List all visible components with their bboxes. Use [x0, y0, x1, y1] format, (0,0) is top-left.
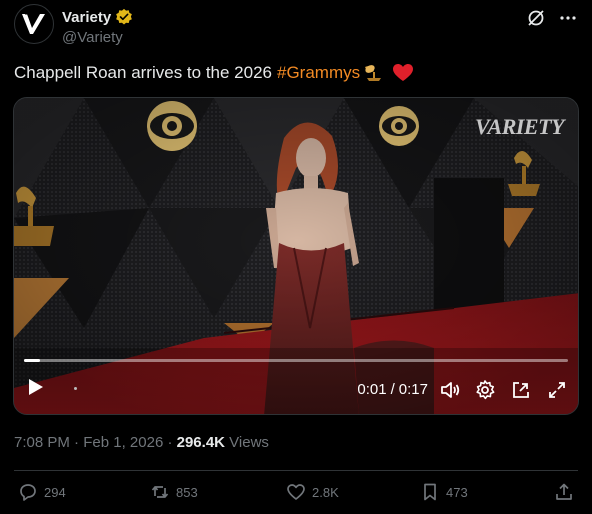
bookmark-count: 473 [446, 484, 468, 500]
avatar[interactable] [14, 4, 54, 44]
repost-button[interactable]: 853 [150, 482, 198, 502]
play-button[interactable] [28, 378, 44, 401]
like-count: 2.8K [312, 484, 339, 500]
tweet-text: Chappell Roan arrives to the 2026 #Gramm… [14, 63, 414, 83]
author-handle[interactable]: @Variety [62, 29, 123, 46]
repost-icon [151, 486, 169, 498]
bookmark-button[interactable]: 473 [420, 482, 468, 502]
views-count: 296.4K [176, 434, 225, 451]
play-icon [29, 379, 43, 395]
share-icon [556, 483, 572, 500]
popout-icon[interactable] [510, 379, 532, 401]
tweet-body: Chappell Roan arrives to the 2026 [14, 63, 272, 82]
author-name-row[interactable]: Variety [62, 8, 133, 26]
video-controls: 0:01 / 0:17 [14, 354, 578, 414]
action-bar: 294 853 2.8K 473 [0, 482, 592, 506]
fullscreen-icon[interactable] [546, 379, 568, 401]
grok-icon[interactable] [526, 8, 546, 28]
repost-count: 853 [176, 484, 198, 500]
variety-watermark: VARIETY [474, 114, 565, 139]
volume-icon[interactable] [439, 379, 461, 401]
tweet-date[interactable]: Feb 1, 2026 [83, 434, 163, 451]
verified-badge-icon [116, 8, 133, 25]
reply-icon [20, 484, 36, 501]
share-button[interactable] [554, 482, 574, 502]
time-separator: / [390, 381, 395, 398]
video-time: 0:01 / 0:17 [357, 381, 428, 398]
reply-button[interactable]: 294 [18, 482, 66, 502]
meta-separator: · [74, 434, 84, 451]
duration: 0:17 [398, 381, 428, 398]
progress-bar[interactable] [24, 359, 568, 362]
settings-gear-icon[interactable] [474, 379, 496, 401]
video-player[interactable]: VARIETY 0:01 / 0:17 [13, 97, 579, 415]
author-name[interactable]: Variety [62, 9, 111, 26]
divider [14, 470, 578, 471]
progress-fill [24, 359, 41, 362]
red-heart-icon [393, 64, 414, 81]
tweet-time[interactable]: 7:08 PM [14, 434, 70, 451]
meta-separator: · [167, 434, 177, 451]
tweet-meta: 7:08 PM · Feb 1, 2026 · 296.4K Views [14, 434, 269, 451]
variety-logo-icon [22, 13, 45, 34]
reply-count: 294 [44, 484, 66, 500]
bookmark-icon [424, 483, 436, 501]
live-dot [74, 387, 77, 390]
hashtag-link[interactable]: #Grammys [277, 63, 360, 83]
current-time: 0:01 [357, 381, 387, 398]
more-options-icon[interactable] [558, 8, 578, 28]
gramophone-icon [365, 65, 382, 81]
views-label: Views [229, 434, 269, 451]
heart-icon [287, 484, 305, 500]
like-button[interactable]: 2.8K [286, 482, 339, 502]
